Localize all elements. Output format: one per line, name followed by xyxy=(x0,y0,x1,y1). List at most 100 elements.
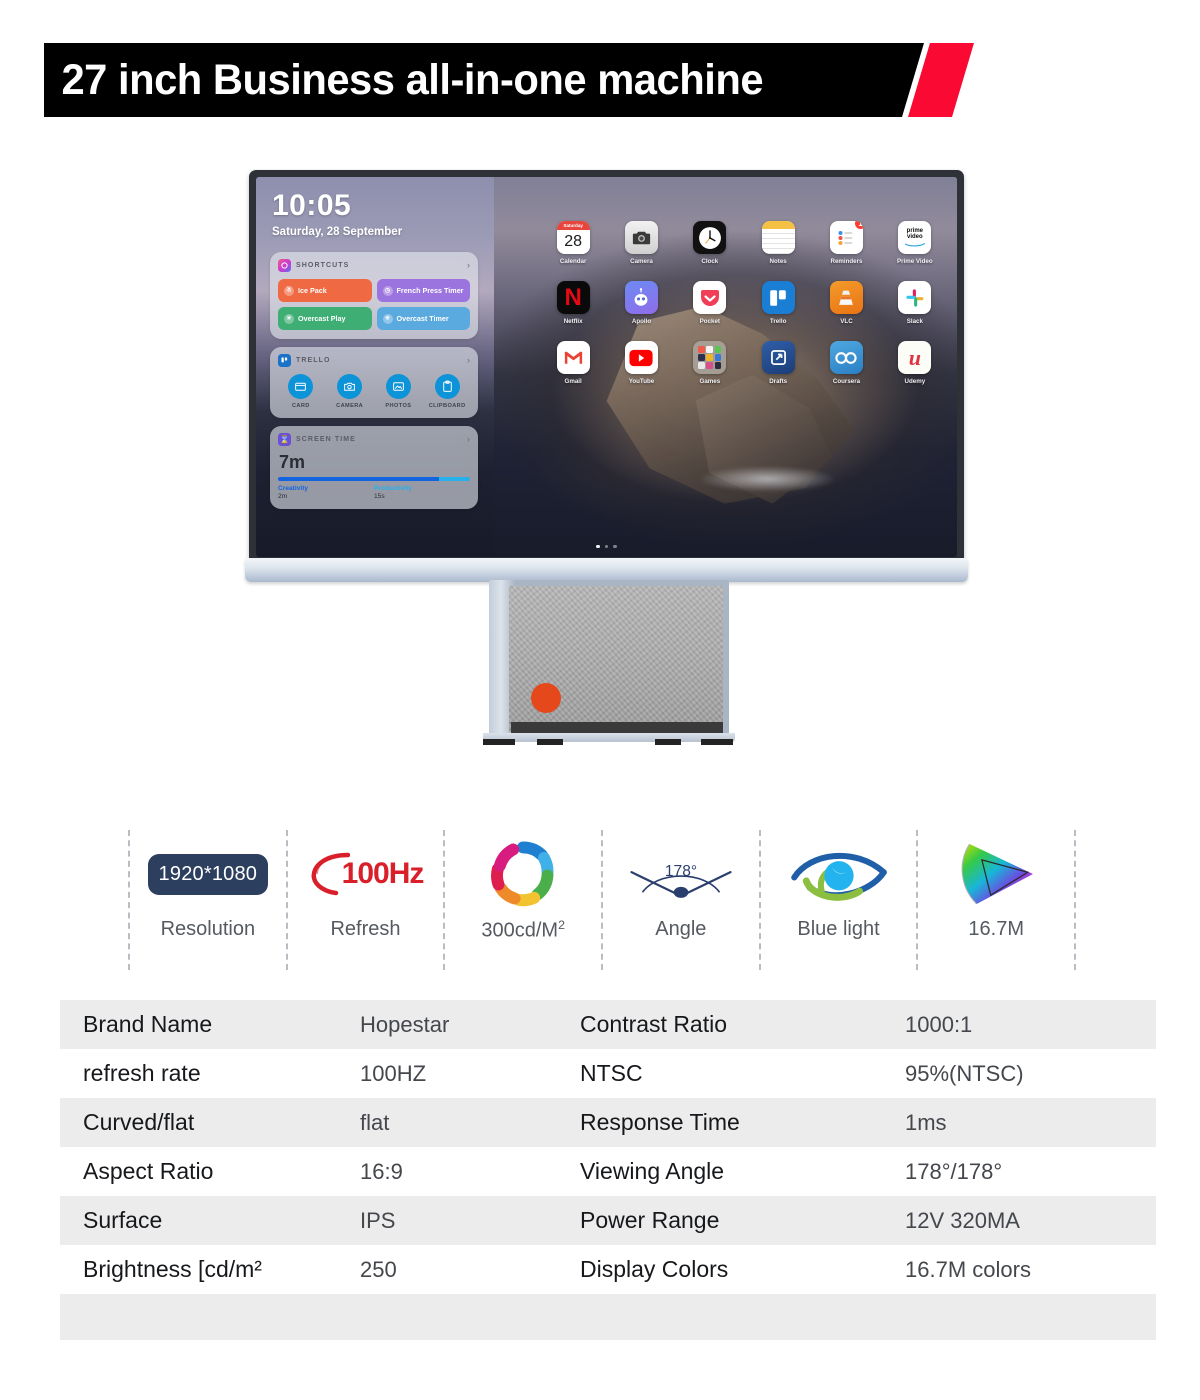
widget-screen-time[interactable]: ⌛ SCREEN TIME › 7m Creativity 2m Product… xyxy=(270,426,478,509)
app-item[interactable]: Drafts xyxy=(749,341,807,385)
app-label: Trello xyxy=(769,318,787,325)
spec-key: Brand Name xyxy=(83,1011,213,1037)
app-item[interactable]: VLC xyxy=(817,281,875,325)
app-item[interactable]: YouTube xyxy=(612,341,670,385)
prime-video-icon[interactable]: prime video xyxy=(898,221,932,254)
app-label: Coursera xyxy=(832,378,861,385)
widget-column: SHORTCUTS › ☃ Ice Pack ◷ French Press Ti… xyxy=(270,252,478,517)
app-item[interactable]: Apollo xyxy=(612,281,670,325)
product-page: 27 inch Business all-in-one machine 10:0… xyxy=(0,0,1200,1400)
pocket-icon[interactable] xyxy=(693,281,727,314)
widget-title: SHORTCUTS xyxy=(296,262,350,269)
shortcut-tile[interactable]: ☀ Overcast Play xyxy=(278,307,372,330)
app-item[interactable]: 1 Reminders xyxy=(817,221,875,265)
feature-refresh: 100Hz Refresh xyxy=(285,830,444,970)
widget-trello[interactable]: TRELLO › CARD CAMERA PHOTOS CLIPBOARD xyxy=(270,347,478,418)
chevron-right-icon[interactable]: › xyxy=(467,435,470,444)
trello-icon[interactable] xyxy=(761,281,795,314)
trello-action[interactable]: PHOTOS xyxy=(376,374,422,409)
app-item[interactable]: Gmail xyxy=(544,341,602,385)
product-hero-image: 10:05 Saturday, 28 September SHORTCUTS ›… xyxy=(0,150,1200,790)
app-item[interactable]: Camera xyxy=(612,221,670,265)
games-folder-icon[interactable] xyxy=(693,341,727,374)
coursera-icon[interactable] xyxy=(829,341,863,374)
calendar-day: 28 xyxy=(556,230,590,254)
netflix-icon[interactable]: N xyxy=(556,281,590,314)
legend-label: Productivity xyxy=(374,485,413,492)
page-dot[interactable] xyxy=(596,544,600,548)
app-item[interactable]: Trello xyxy=(749,281,807,325)
table-row: Aspect Ratio 16:9 Viewing Angle 178°/178… xyxy=(60,1147,1156,1196)
table-row: Surface IPS Power Range 12V 320MA xyxy=(60,1196,1156,1245)
spec-value: 178°/178° xyxy=(905,1158,1003,1184)
chevron-right-icon[interactable]: › xyxy=(467,356,470,365)
table-row: Brand Name Hopestar Contrast Ratio 1000:… xyxy=(60,1000,1156,1049)
camera-icon[interactable] xyxy=(624,221,658,254)
app-label: Notes xyxy=(769,258,787,265)
app-item[interactable]: Saturday 28 Calendar xyxy=(544,221,602,265)
app-item[interactable]: Games xyxy=(681,341,739,385)
spec-value: 95%(NTSC) xyxy=(905,1060,1024,1086)
spec-value: 16.7M colors xyxy=(905,1256,1031,1282)
calendar-icon[interactable]: Saturday 28 xyxy=(556,221,590,254)
spec-value: 1000:1 xyxy=(905,1011,973,1037)
viewing-angle-icon: 178° xyxy=(626,830,736,918)
notes-icon[interactable] xyxy=(761,221,795,254)
slack-icon[interactable] xyxy=(898,281,932,314)
drafts-icon[interactable] xyxy=(761,341,795,374)
trello-action[interactable]: CAMERA xyxy=(327,374,373,409)
feature-label-superscript: 2 xyxy=(558,918,565,932)
stand-foot xyxy=(483,733,735,742)
amazon-smile-icon xyxy=(904,243,925,247)
feature-brightness: 300cd/M2 xyxy=(443,830,601,970)
app-label: VLC xyxy=(840,318,853,325)
apollo-icon[interactable] xyxy=(624,281,658,314)
app-item[interactable]: Notes xyxy=(749,221,807,265)
stand-neck xyxy=(489,580,729,740)
reminders-icon[interactable]: 1 xyxy=(829,221,863,254)
page-dot[interactable] xyxy=(604,544,609,548)
widget-shortcuts[interactable]: SHORTCUTS › ☃ Ice Pack ◷ French Press Ti… xyxy=(270,252,478,339)
stand-foot-pad xyxy=(483,739,515,745)
app-item[interactable]: Pocket xyxy=(681,281,739,325)
spec-value: 1ms xyxy=(905,1109,947,1135)
trello-action[interactable]: CARD xyxy=(278,374,324,409)
app-item[interactable]: Clock xyxy=(681,221,739,265)
app-item[interactable]: Coursera xyxy=(817,341,875,385)
app-item[interactable]: u Udemy xyxy=(886,341,944,385)
gmail-icon[interactable] xyxy=(556,341,590,374)
app-item[interactable]: Slack xyxy=(886,281,944,325)
trello-action-label: CAMERA xyxy=(336,403,364,409)
legend-value: 15s xyxy=(374,493,385,500)
chevron-right-icon[interactable]: › xyxy=(467,261,470,270)
app-label: Slack xyxy=(906,318,923,325)
trello-action-label: CARD xyxy=(291,403,310,409)
vlc-icon[interactable] xyxy=(829,281,863,314)
spec-value: 100HZ xyxy=(360,1060,427,1086)
feature-label: 300cd/M2 xyxy=(481,918,565,942)
spec-key xyxy=(580,1294,905,1340)
shortcut-tile[interactable]: ☃ Ice Pack xyxy=(278,279,372,302)
page-indicator[interactable] xyxy=(256,544,957,548)
shortcut-label: Ice Pack xyxy=(298,286,327,295)
udemy-icon[interactable]: u xyxy=(898,341,932,374)
youtube-icon[interactable] xyxy=(624,341,658,374)
eye-icon xyxy=(787,830,891,918)
bar-segment-productivity xyxy=(439,477,470,481)
page-dot[interactable] xyxy=(613,544,617,548)
clock-icon[interactable] xyxy=(693,221,727,254)
feature-label: 16.7M xyxy=(968,918,1024,940)
app-item[interactable]: N Netflix xyxy=(544,281,602,325)
monitor-device: 10:05 Saturday, 28 September SHORTCUTS ›… xyxy=(245,170,968,745)
app-item[interactable]: prime video Prime Video xyxy=(886,221,944,265)
shortcut-tile[interactable]: ☀ Overcast Timer xyxy=(376,307,470,330)
shortcut-tile[interactable]: ◷ French Press Timer xyxy=(376,279,470,302)
resolution-value: 1920*1080 xyxy=(147,853,269,895)
netflix-n-glyph: N xyxy=(564,283,582,311)
spec-key: refresh rate xyxy=(83,1060,201,1086)
feature-blue-light: Blue light xyxy=(758,830,917,970)
color-donut-icon xyxy=(488,830,558,918)
overcast-icon: ☀ xyxy=(284,313,294,324)
spec-key: Aspect Ratio xyxy=(83,1158,214,1184)
trello-action[interactable]: CLIPBOARD xyxy=(424,374,470,409)
